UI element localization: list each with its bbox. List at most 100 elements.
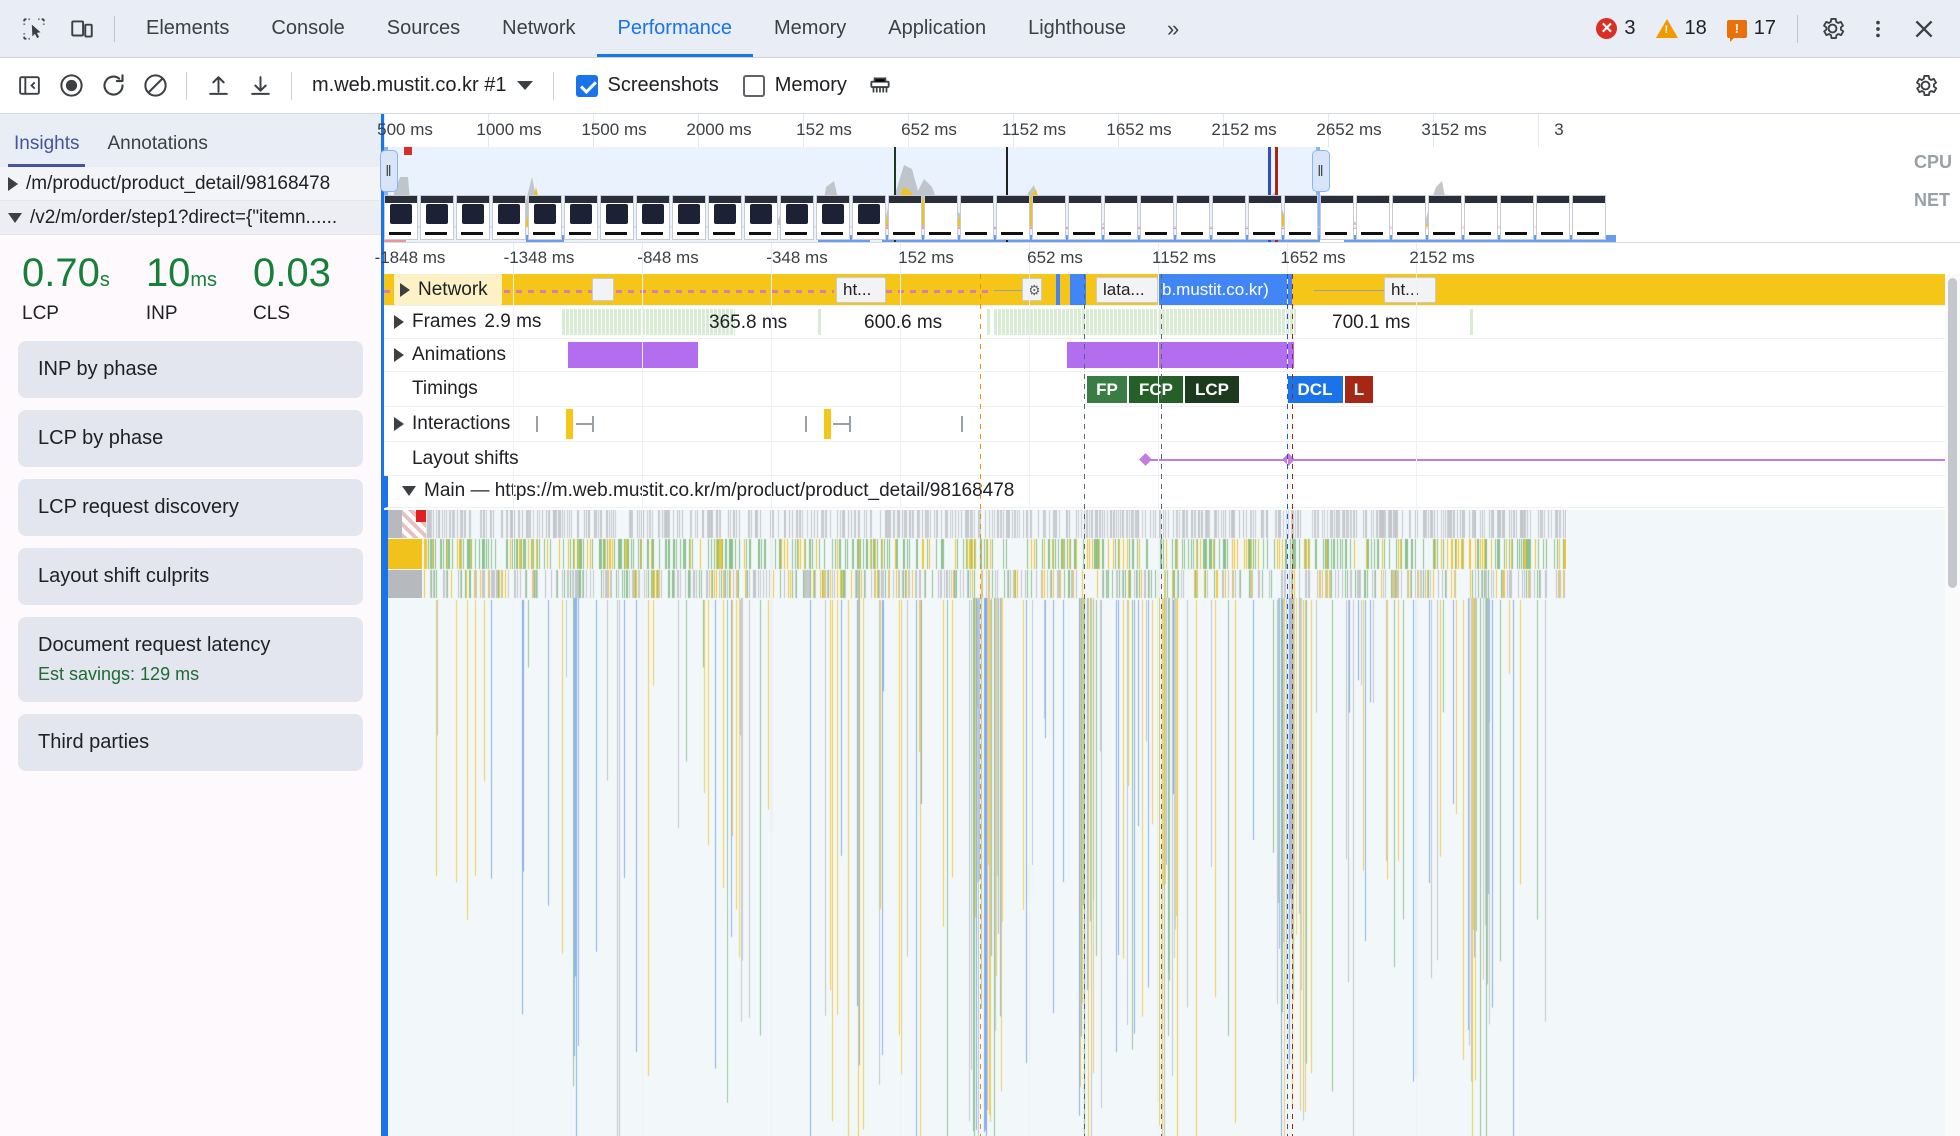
tab-performance[interactable]: Performance	[596, 0, 754, 57]
close-icon[interactable]	[1902, 7, 1946, 51]
gear-icon[interactable]	[1904, 65, 1946, 107]
filmstrip-thumbnail[interactable]	[636, 195, 670, 240]
device-toolbar-icon[interactable]	[60, 7, 104, 51]
tab-lighthouse[interactable]: Lighthouse	[1007, 0, 1147, 57]
more-tabs-icon[interactable]: »	[1147, 0, 1199, 57]
filmstrip-thumbnail[interactable]	[456, 195, 490, 240]
filmstrip-thumbnail[interactable]	[1392, 195, 1426, 240]
sidebar-tab-annotations[interactable]: Annotations	[93, 133, 221, 167]
tracks-vertical-scrollbar[interactable]	[1945, 274, 1960, 1136]
track-label-network[interactable]: Network	[394, 274, 502, 305]
layout-shift-event[interactable]	[1139, 452, 1152, 466]
filmstrip-thumbnail[interactable]	[528, 195, 562, 240]
filmstrip-thumbnail[interactable]	[1500, 195, 1534, 240]
main-flame-chart[interactable]	[384, 510, 1960, 1136]
insight-layout-shift-culprits[interactable]: Layout shift culprits	[18, 548, 363, 605]
flame-block-scripting[interactable]	[388, 539, 422, 569]
track-label-main[interactable]: Main — https://m.web.mustit.co.kr/m/prod…	[402, 480, 1014, 502]
filmstrip-thumbnail[interactable]	[1104, 195, 1138, 240]
filmstrip-thumbnail[interactable]	[1068, 195, 1102, 240]
track-label-timings[interactable]: Timings	[394, 372, 478, 406]
tab-sources[interactable]: Sources	[366, 0, 481, 57]
timing-marker-dcl[interactable]: DCL	[1287, 376, 1343, 403]
filmstrip-thumbnail[interactable]	[924, 195, 958, 240]
filmstrip-thumbnail[interactable]	[1464, 195, 1498, 240]
tab-memory[interactable]: Memory	[753, 0, 867, 57]
filmstrip-thumbnail[interactable]	[1428, 195, 1462, 240]
track-network[interactable]: ht... ⚙ lata... b.mustit.co.kr) ht... Ne…	[384, 274, 1960, 306]
filmstrip-thumbnail[interactable]	[420, 195, 454, 240]
track-label-animations[interactable]: Animations	[394, 339, 506, 371]
memory-checkbox[interactable]: Memory	[731, 74, 859, 97]
track-label-interactions[interactable]: Interactions	[394, 407, 510, 441]
overview-filmstrip[interactable]	[384, 195, 1960, 242]
upload-arrow-icon[interactable]	[197, 65, 239, 107]
record-circle-icon[interactable]	[50, 65, 92, 107]
panel-toggle-icon[interactable]	[8, 65, 50, 107]
filmstrip-thumbnail[interactable]	[1176, 195, 1210, 240]
more-vertical-icon[interactable]	[1856, 7, 1900, 51]
network-request-pill[interactable]: ht...	[1384, 277, 1436, 303]
track-label-frames[interactable]: Frames 2.9 ms	[394, 306, 541, 338]
filmstrip-thumbnail[interactable]	[1572, 195, 1606, 240]
interaction-event[interactable]	[566, 409, 573, 439]
flame-block-error[interactable]	[416, 510, 426, 522]
filmstrip-thumbnail[interactable]	[816, 195, 850, 240]
flame-block-system[interactable]	[388, 570, 422, 598]
tab-elements[interactable]: Elements	[125, 0, 250, 57]
sidebar-tab-insights[interactable]: Insights	[0, 133, 93, 167]
filmstrip-thumbnail[interactable]	[1212, 195, 1246, 240]
track-interactions[interactable]: Interactions	[384, 407, 1960, 442]
timing-marker-lcp[interactable]: LCP	[1185, 376, 1239, 403]
network-request-pill[interactable]: ht...	[836, 277, 886, 303]
error-count[interactable]: ✕ 3	[1587, 17, 1644, 40]
collect-garbage-icon[interactable]	[859, 65, 901, 107]
interaction-event[interactable]	[824, 409, 831, 439]
track-animations[interactable]: Animations	[384, 339, 1960, 372]
range-handle-right[interactable]: ‖	[1312, 150, 1330, 192]
insight-third-parties[interactable]: Third parties	[18, 714, 363, 771]
track-timings[interactable]: FP FCP LCP DCL L Timings	[384, 372, 1960, 407]
filmstrip-thumbnail[interactable]	[852, 195, 886, 240]
filmstrip-thumbnail[interactable]	[1140, 195, 1174, 240]
nav-item-product-detail[interactable]: /m/product/product_detail/98168478	[0, 167, 381, 201]
tab-application[interactable]: Application	[867, 0, 1007, 57]
filmstrip-thumbnail[interactable]	[384, 195, 418, 240]
filmstrip-thumbnail[interactable]	[1356, 195, 1390, 240]
timeline-overview[interactable]: 500 ms 1000 ms 1500 ms 2000 ms 152 ms 65…	[377, 114, 1960, 243]
nav-item-order-step1[interactable]: /v2/m/order/step1?direct={"itemn......	[0, 201, 381, 235]
gear-icon[interactable]	[1810, 7, 1854, 51]
filmstrip-thumbnail[interactable]	[744, 195, 778, 240]
insight-inp-by-phase[interactable]: INP by phase	[18, 341, 363, 398]
scrollbar-thumb[interactable]	[1948, 278, 1957, 588]
insight-lcp-by-phase[interactable]: LCP by phase	[18, 410, 363, 467]
filmstrip-thumbnail[interactable]	[780, 195, 814, 240]
track-main-header[interactable]: Main — https://m.web.mustit.co.kr/m/prod…	[384, 476, 1960, 508]
range-handle-left[interactable]: ‖	[380, 150, 398, 192]
screenshots-checkbox[interactable]: Screenshots	[564, 74, 731, 97]
warning-count[interactable]: 18	[1647, 17, 1716, 40]
filmstrip-thumbnail[interactable]	[1320, 195, 1354, 240]
trace-selector[interactable]: m.web.mustit.co.kr #1	[302, 74, 543, 97]
filmstrip-thumbnail[interactable]	[600, 195, 634, 240]
timing-marker-fp[interactable]: FP	[1087, 376, 1127, 403]
timing-marker-load[interactable]: L	[1345, 376, 1373, 403]
filmstrip-thumbnail[interactable]	[960, 195, 994, 240]
tab-network[interactable]: Network	[481, 0, 596, 57]
filmstrip-thumbnail[interactable]	[1032, 195, 1066, 240]
timeline-tracks[interactable]: ht... ⚙ lata... b.mustit.co.kr) ht... Ne…	[384, 274, 1960, 1136]
clear-slash-icon[interactable]	[134, 65, 176, 107]
track-layout-shifts[interactable]: Layout shifts	[384, 442, 1960, 476]
insight-lcp-request-discovery[interactable]: LCP request discovery	[18, 479, 363, 536]
filmstrip-thumbnail[interactable]	[888, 195, 922, 240]
filmstrip-thumbnail[interactable]	[492, 195, 526, 240]
insight-document-request-latency[interactable]: Document request latency Est savings: 12…	[18, 617, 363, 702]
layout-shift-event[interactable]	[1282, 452, 1295, 466]
filmstrip-thumbnail[interactable]	[996, 195, 1030, 240]
filmstrip-thumbnail[interactable]	[564, 195, 598, 240]
filmstrip-thumbnail[interactable]	[708, 195, 742, 240]
inspect-element-icon[interactable]	[12, 7, 56, 51]
filmstrip-thumbnail[interactable]	[1284, 195, 1318, 240]
track-label-layout-shifts[interactable]: Layout shifts	[394, 442, 519, 475]
download-arrow-icon[interactable]	[239, 65, 281, 107]
